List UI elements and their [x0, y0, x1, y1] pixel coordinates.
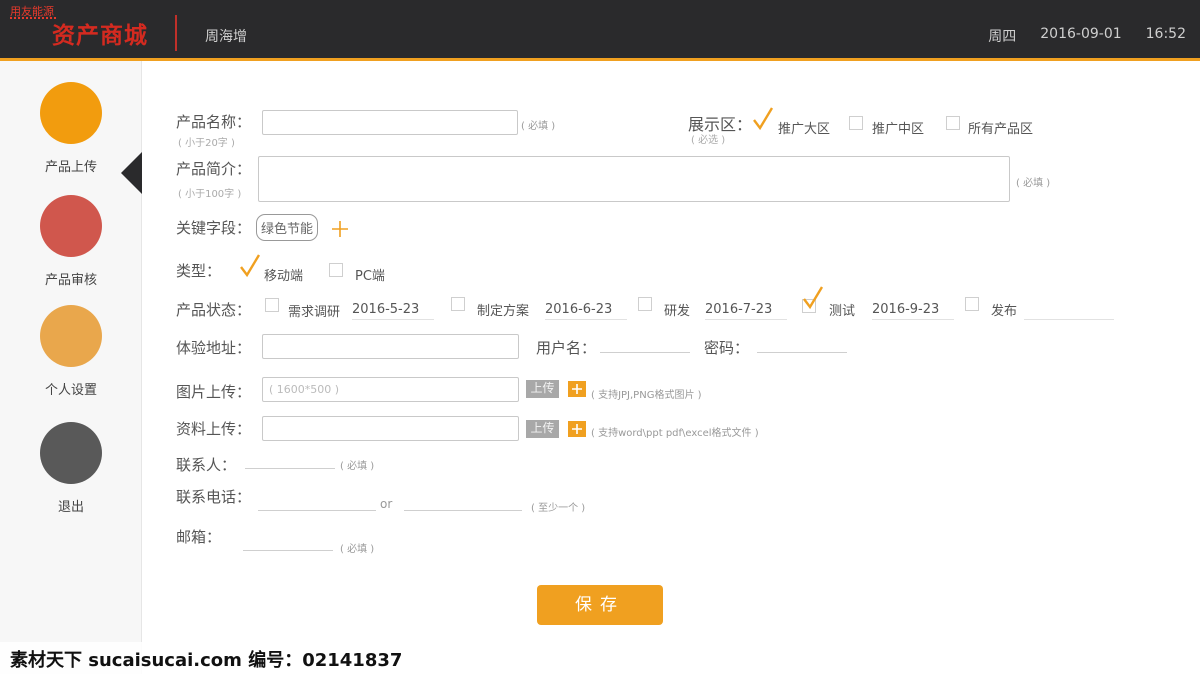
status-test-check-icon[interactable]: [802, 285, 824, 311]
header-divider: [175, 15, 177, 51]
logout-icon: [40, 422, 102, 484]
sidebar-item-label: 退出: [57, 500, 84, 515]
status-research-checkbox[interactable]: [265, 298, 279, 312]
status-release-date[interactable]: [1024, 302, 1114, 320]
add-keyword-icon[interactable]: [330, 219, 350, 239]
sidebar-item-logout[interactable]: 退出: [0, 422, 142, 515]
status-dev-label: 研发: [664, 304, 691, 319]
email-hint: ( 必填 ): [340, 544, 375, 555]
date: 2016-09-01: [1040, 26, 1122, 42]
product-intro-hint: ( 必填 ): [1016, 178, 1051, 189]
status-test-date[interactable]: 2016-9-23: [872, 302, 954, 320]
logo-title: 资产商城: [52, 23, 148, 49]
display-main-check-icon[interactable]: [752, 106, 774, 132]
experience-url-label: 体验地址：: [176, 339, 252, 357]
top-bar: 用友能源 资产商城 周海增 周四 2016-09-01 16:52: [0, 0, 1200, 58]
product-review-icon: [40, 195, 102, 257]
image-add-icon[interactable]: [568, 381, 586, 397]
image-upload-input[interactable]: [262, 377, 519, 402]
product-form: 产品名称： ( 小于20字 ) ( 必填 ) 展示区： ( 必选 ) 推广大区 …: [142, 61, 1200, 674]
status-test-label: 测试: [829, 304, 856, 319]
sidebar-item-label: 个人设置: [44, 383, 97, 398]
display-area-sublabel: ( 必选 ): [691, 135, 726, 146]
display-option-middle[interactable]: 推广中区: [872, 118, 924, 137]
weekday: 周四: [988, 29, 1017, 45]
active-pointer-icon: [121, 152, 142, 194]
display-option-all[interactable]: 所有产品区: [968, 118, 1033, 137]
status-release-checkbox[interactable]: [965, 297, 979, 311]
phone-input-2[interactable]: [404, 495, 522, 511]
file-add-icon[interactable]: [568, 421, 586, 437]
display-option-main[interactable]: 推广大区: [778, 118, 830, 137]
contact-label: 联系人：: [176, 456, 237, 474]
contact-hint: ( 必填 ): [340, 461, 375, 472]
image-upload-label: 图片上传：: [176, 383, 252, 401]
status-release-label: 发布: [991, 304, 1018, 319]
file-upload-hint: ( 支持word\ppt pdf\excel格式文件 ): [591, 428, 759, 439]
phone-or-text: or: [380, 497, 393, 511]
status-plan-date[interactable]: 2016-6-23: [545, 302, 627, 320]
type-label: 类型：: [176, 262, 222, 280]
password-label: 密码：: [704, 339, 750, 357]
image-upload-button[interactable]: 上传: [526, 380, 559, 398]
display-all-checkbox[interactable]: [946, 116, 960, 130]
header-datetime: 周四 2016-09-01 16:52: [988, 26, 1186, 46]
status-research-label: 需求调研: [288, 305, 341, 320]
product-intro-label: 产品简介：: [176, 160, 252, 178]
experience-url-input[interactable]: [262, 334, 519, 359]
user-name[interactable]: 周海增: [205, 26, 247, 46]
save-button[interactable]: 保存: [537, 585, 663, 625]
type-pc-checkbox[interactable]: [329, 263, 343, 277]
product-upload-icon: [40, 82, 102, 144]
time: 16:52: [1145, 26, 1186, 42]
keyword-label: 关键字段：: [176, 219, 252, 237]
status-dev-date[interactable]: 2016-7-23: [705, 302, 787, 320]
email-input[interactable]: [243, 535, 333, 551]
keyword-tag[interactable]: 绿色节能: [256, 214, 319, 241]
file-upload-label: 资料上传：: [176, 420, 252, 438]
file-upload-input[interactable]: [262, 416, 519, 441]
email-label: 邮箱：: [176, 528, 222, 546]
status-dev-checkbox[interactable]: [638, 297, 652, 311]
sidebar-item-product-review[interactable]: 产品审核: [0, 195, 142, 288]
type-mobile-check-icon[interactable]: [239, 253, 261, 279]
status-plan-checkbox[interactable]: [451, 297, 465, 311]
username-label: 用户名：: [536, 339, 597, 357]
product-name-label: 产品名称：: [176, 113, 252, 131]
product-intro-textarea[interactable]: [258, 156, 1010, 202]
status-label: 产品状态：: [176, 301, 252, 319]
username-input[interactable]: [600, 337, 690, 353]
product-intro-sublabel: ( 小于100字 ): [178, 189, 242, 200]
phone-hint: ( 至少一个 ): [531, 503, 586, 514]
phone-label: 联系电话：: [176, 488, 252, 506]
settings-icon: [40, 305, 102, 367]
watermark: 素材天下 sucaisucai.com 编号：02141837: [0, 642, 402, 674]
logo-decoration: [10, 17, 56, 19]
sidebar-item-label: 产品审核: [44, 273, 97, 288]
type-option-pc[interactable]: PC端: [355, 265, 385, 284]
phone-input-1[interactable]: [258, 495, 376, 511]
product-name-input[interactable]: [262, 110, 518, 135]
product-name-sublabel: ( 小于20字 ): [178, 138, 235, 149]
sidebar-item-settings[interactable]: 个人设置: [0, 305, 142, 398]
contact-input[interactable]: [245, 453, 335, 469]
sidebar: 产品上传 产品审核 个人设置 退出: [0, 61, 142, 674]
status-research-date[interactable]: 2016-5-23: [352, 302, 434, 320]
image-upload-hint: ( 支持JPJ,PNG格式图片 ): [591, 390, 702, 401]
type-option-mobile[interactable]: 移动端: [264, 265, 303, 284]
display-middle-checkbox[interactable]: [849, 116, 863, 130]
file-upload-button[interactable]: 上传: [526, 420, 559, 438]
product-name-hint: ( 必填 ): [521, 121, 556, 132]
password-input[interactable]: [757, 337, 847, 353]
status-plan-label: 制定方案: [477, 304, 530, 319]
